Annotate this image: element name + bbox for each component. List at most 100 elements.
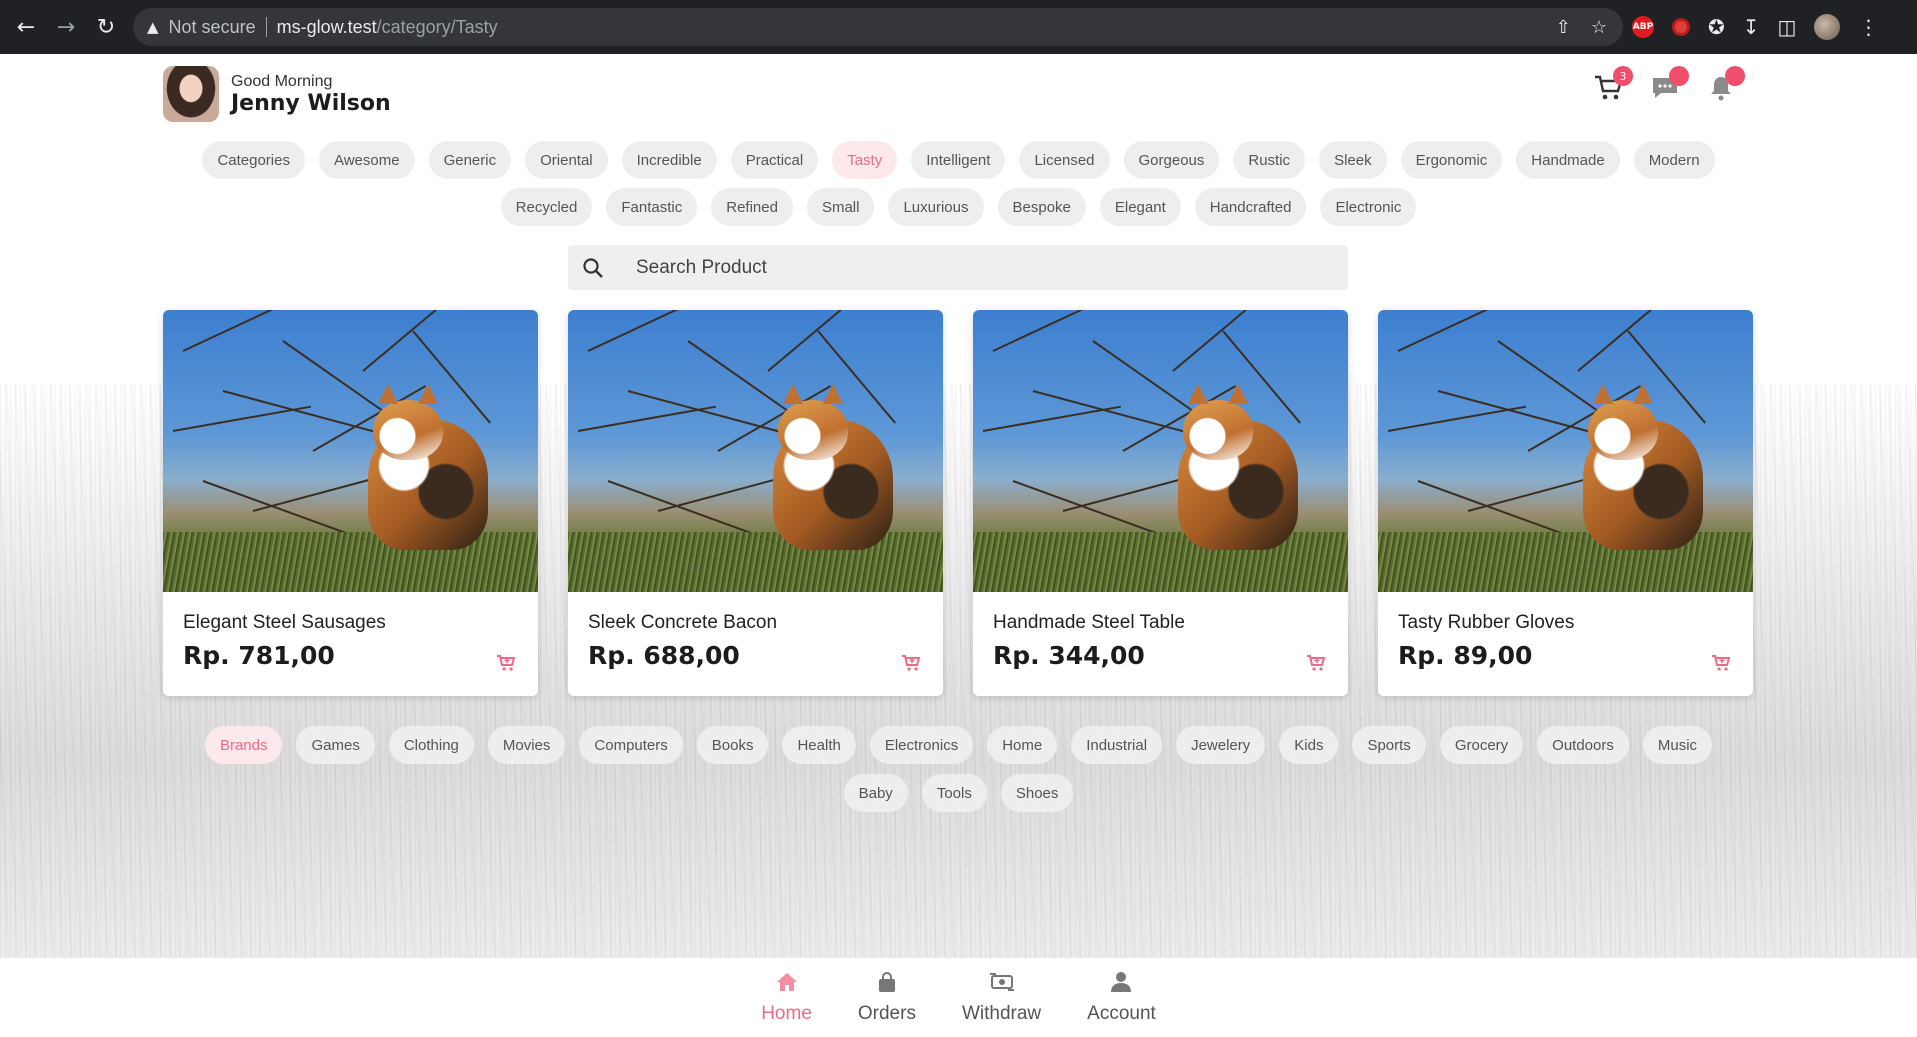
category-chip-categories[interactable]: Categories — [202, 141, 305, 179]
category-chip-sleek[interactable]: Sleek — [1319, 141, 1387, 179]
product-price: Rp. 781,00 — [183, 641, 335, 670]
category-chip-ergonomic[interactable]: Ergonomic — [1400, 141, 1503, 179]
search-icon — [568, 257, 618, 279]
product-price: Rp. 89,00 — [1398, 641, 1533, 670]
brand-chip-shoes[interactable]: Shoes — [1000, 774, 1074, 812]
brand-chip-brands[interactable]: Brands — [204, 726, 283, 764]
brand-chip-industrial[interactable]: Industrial — [1071, 726, 1163, 764]
brand-chip-books[interactable]: Books — [696, 726, 769, 764]
cart-icon[interactable]: 3 — [1593, 66, 1633, 104]
add-to-cart-icon[interactable] — [901, 653, 921, 677]
product-card[interactable]: Handmade Steel Table Rp. 344,00 — [973, 310, 1348, 696]
extensions-puzzle-icon[interactable]: ✪ — [1708, 15, 1725, 39]
back-icon[interactable]: ← — [6, 7, 46, 47]
category-chip-small[interactable]: Small — [806, 188, 875, 226]
category-chip-practical[interactable]: Practical — [730, 141, 819, 179]
category-chip-tasty[interactable]: Tasty — [832, 141, 898, 179]
nav-item-orders[interactable]: Orders — [854, 958, 920, 1037]
add-to-cart-icon[interactable] — [1711, 653, 1731, 677]
share-icon[interactable]: ⇧ — [1556, 17, 1571, 38]
product-name[interactable]: Sleek Concrete Bacon — [588, 612, 777, 634]
brand-chip-kids[interactable]: Kids — [1279, 726, 1339, 764]
product-image[interactable] — [163, 310, 538, 592]
divider — [265, 17, 267, 37]
product-name[interactable]: Tasty Rubber Gloves — [1398, 612, 1574, 634]
not-secure-label: Not secure — [168, 16, 256, 37]
category-chip-incredible[interactable]: Incredible — [621, 141, 717, 179]
url-host: ms-glow.test — [276, 16, 377, 37]
nav-item-withdraw[interactable]: Withdraw — [958, 958, 1045, 1037]
chat-icon[interactable] — [1649, 66, 1689, 104]
product-card[interactable]: Tasty Rubber Gloves Rp. 89,00 — [1378, 310, 1753, 696]
category-chip-licensed[interactable]: Licensed — [1019, 141, 1110, 179]
category-chip-rustic[interactable]: Rustic — [1233, 141, 1306, 179]
product-name[interactable]: Handmade Steel Table — [993, 612, 1185, 634]
side-panel-icon[interactable]: ◫ — [1778, 15, 1797, 39]
product-name[interactable]: Elegant Steel Sausages — [183, 612, 386, 634]
category-chip-oriental[interactable]: Oriental — [525, 141, 608, 179]
product-card[interactable]: Elegant Steel Sausages Rp. 781,00 — [163, 310, 538, 696]
category-chip-refined[interactable]: Refined — [711, 188, 793, 226]
cart-count-badge: 3 — [1613, 66, 1633, 86]
search-input[interactable]: Search Product — [636, 257, 767, 279]
brand-chip-home[interactable]: Home — [987, 726, 1058, 764]
url-path: /category/Tasty — [376, 16, 498, 37]
product-image[interactable] — [568, 310, 943, 592]
brand-chip-clothing[interactable]: Clothing — [388, 726, 474, 764]
product-card[interactable]: Sleek Concrete Bacon Rp. 688,00 — [568, 310, 943, 696]
category-chip-gorgeous[interactable]: Gorgeous — [1123, 141, 1220, 179]
bell-icon[interactable] — [1705, 66, 1745, 104]
warning-icon: ▲ — [147, 18, 159, 36]
page-content: Good Morning Jenny Wilson 3 Categories Aw… — [0, 54, 1917, 957]
brand-chip-sports[interactable]: Sports — [1352, 726, 1426, 764]
category-chip-fantastic[interactable]: Fantastic — [606, 188, 698, 226]
brand-chip-health[interactable]: Health — [782, 726, 856, 764]
category-chip-awesome[interactable]: Awesome — [318, 141, 415, 179]
product-price: Rp. 344,00 — [993, 641, 1145, 670]
brand-chip-tools[interactable]: Tools — [921, 774, 987, 812]
category-chip-intelligent[interactable]: Intelligent — [911, 141, 1006, 179]
category-chip-generic[interactable]: Generic — [428, 141, 512, 179]
profile-avatar[interactable] — [1814, 14, 1841, 40]
avatar[interactable] — [163, 66, 219, 122]
category-chip-handcrafted[interactable]: Handcrafted — [1194, 188, 1307, 226]
nav-item-home[interactable]: Home — [757, 958, 816, 1037]
product-grid: Elegant Steel Sausages Rp. 781,00 Sleek Co… — [163, 310, 1753, 696]
notification-badge — [1725, 66, 1745, 86]
category-chip-modern[interactable]: Modern — [1633, 141, 1715, 179]
greeting-text: Good Morning — [231, 72, 333, 90]
brand-chip-movies[interactable]: Movies — [487, 726, 566, 764]
adblock-extension-icon[interactable]: ABP — [1632, 16, 1654, 38]
product-image[interactable] — [973, 310, 1348, 592]
record-extension-icon[interactable] — [1672, 18, 1690, 36]
category-chip-bespoke[interactable]: Bespoke — [997, 188, 1086, 226]
category-chip-recycled[interactable]: Recycled — [500, 188, 593, 226]
nav-item-account[interactable]: Account — [1083, 958, 1160, 1037]
address-bar[interactable]: ▲ Not secure ms-glow.test/category/Tasty… — [133, 8, 1623, 46]
reload-icon[interactable]: ↻ — [86, 7, 126, 47]
add-to-cart-icon[interactable] — [496, 653, 516, 677]
brand-chip-music[interactable]: Music — [1642, 726, 1713, 764]
add-to-cart-icon[interactable] — [1306, 653, 1326, 677]
bottom-navigation: Home Orders Withdraw Account — [0, 957, 1917, 1037]
brand-chip-grocery[interactable]: Grocery — [1439, 726, 1524, 764]
withdraw-icon — [989, 971, 1015, 999]
category-chip-elegant[interactable]: Elegant — [1099, 188, 1181, 226]
product-image[interactable] — [1378, 310, 1753, 592]
brand-chip-computers[interactable]: Computers — [579, 726, 683, 764]
category-chip-luxurious[interactable]: Luxurious — [888, 188, 984, 226]
nav-label: Orders — [857, 1002, 916, 1024]
brand-chip-games[interactable]: Games — [296, 726, 375, 764]
brand-chips-row1: Brands Games Clothing Movies Computers Books H… — [0, 726, 1917, 764]
brand-chip-outdoors[interactable]: Outdoors — [1537, 726, 1629, 764]
brand-chip-electronics[interactable]: Electronics — [869, 726, 974, 764]
download-icon[interactable]: ↧ — [1743, 15, 1760, 39]
category-chip-handmade[interactable]: Handmade — [1516, 141, 1620, 179]
search-bar[interactable]: Search Product — [568, 245, 1348, 290]
brand-chip-jewelery[interactable]: Jewelery — [1176, 726, 1266, 764]
menu-kebab-icon[interactable]: ⋮ — [1858, 15, 1878, 39]
brand-chip-baby[interactable]: Baby — [843, 774, 908, 812]
forward-icon[interactable]: → — [46, 7, 86, 47]
category-chip-electronic[interactable]: Electronic — [1320, 188, 1417, 226]
bookmark-star-icon[interactable]: ☆ — [1591, 17, 1607, 38]
